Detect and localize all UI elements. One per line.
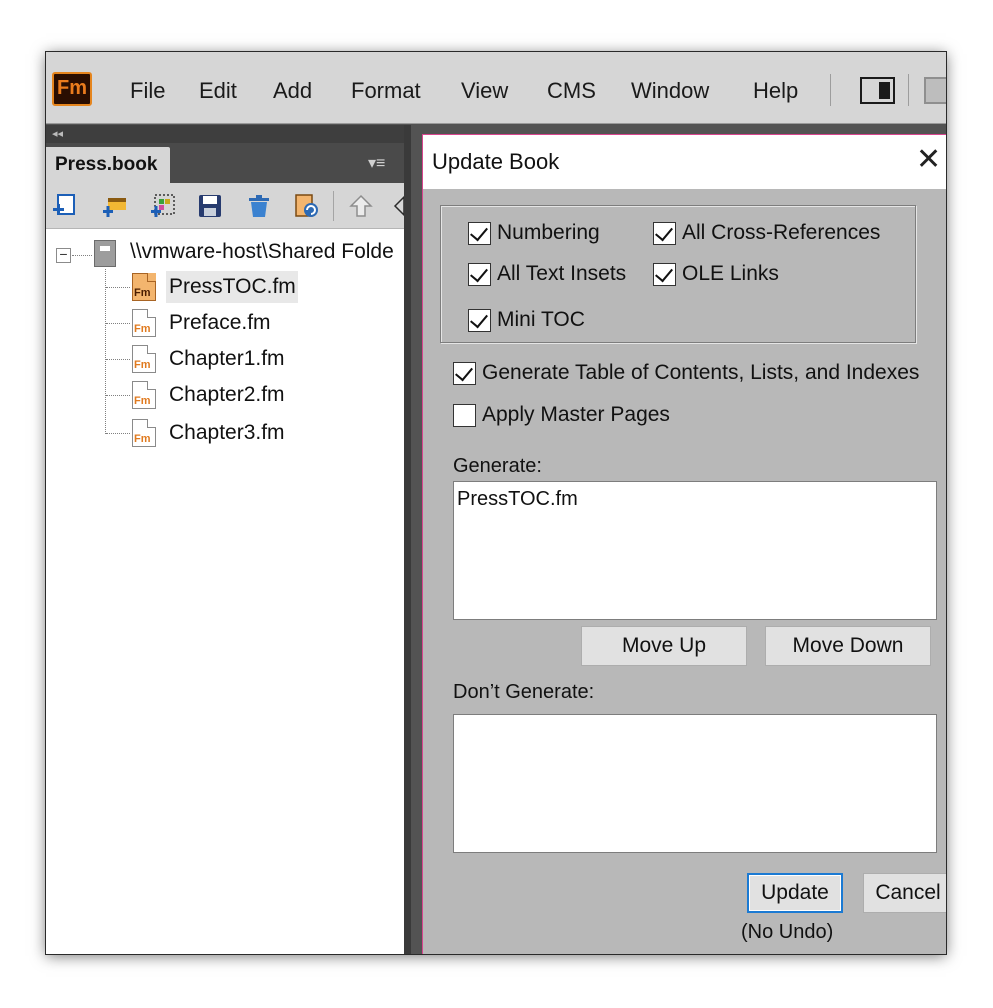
tree-connector xyxy=(72,255,92,256)
tree-item-presstoc[interactable]: PressTOC.fm xyxy=(169,275,296,299)
cross-references-checkbox[interactable]: All Cross-References xyxy=(653,221,880,245)
move-up-button[interactable]: Move Up xyxy=(581,626,747,666)
menu-separator xyxy=(830,74,831,106)
tree-connector xyxy=(106,323,130,324)
menu-separator xyxy=(908,74,909,106)
tree-root-label[interactable]: \\vmware-host\Shared Folde xyxy=(130,240,394,264)
panel-collapse-bar[interactable]: ◂◂ xyxy=(46,125,404,143)
tree-item-chapter1[interactable]: Chapter1.fm xyxy=(169,347,285,371)
app-window: Fm File Edit Add Format View CMS Window … xyxy=(45,51,947,955)
fm-file-icon: Fm xyxy=(132,345,156,373)
checkbox-box[interactable] xyxy=(453,361,476,385)
update-button[interactable]: Update xyxy=(747,873,843,913)
toolbar-overflow-icon[interactable] xyxy=(924,77,946,104)
tree-connector xyxy=(106,433,130,434)
menu-bar: Fm File Edit Add Format View CMS Window … xyxy=(46,52,946,124)
tree-connector xyxy=(106,287,130,288)
menu-view[interactable]: View xyxy=(461,78,508,104)
book-toolbar xyxy=(46,183,405,229)
checkbox-box[interactable] xyxy=(653,221,676,245)
mini-toc-checkbox[interactable]: Mini TOC xyxy=(468,308,585,332)
update-book-icon[interactable] xyxy=(294,193,320,219)
move-down-button[interactable]: Move Down xyxy=(765,626,931,666)
text-insets-checkbox[interactable]: All Text Insets xyxy=(468,262,626,286)
generate-toc-checkbox[interactable]: Generate Table of Contents, Lists, and I… xyxy=(453,361,919,385)
menu-file[interactable]: File xyxy=(130,78,165,104)
list-item[interactable]: PressTOC.fm xyxy=(457,488,578,511)
tree-item-chapter3[interactable]: Chapter3.fm xyxy=(169,421,285,445)
tree-item-chapter2[interactable]: Chapter2.fm xyxy=(169,383,285,407)
dont-generate-label: Don’t Generate: xyxy=(453,681,595,703)
checkbox-box[interactable] xyxy=(453,403,476,427)
menu-cms[interactable]: CMS xyxy=(547,78,596,104)
panel-tab-row: Press.book ▾≡ xyxy=(46,143,404,183)
dialog-title-bar: Update Book ✕ xyxy=(423,135,946,189)
workspace-layout-icon[interactable] xyxy=(860,77,895,104)
tree-expander[interactable]: − xyxy=(56,247,71,263)
checkbox-box[interactable] xyxy=(468,262,491,286)
menu-format[interactable]: Format xyxy=(351,78,421,104)
app-logo: Fm xyxy=(52,72,92,106)
menu-add[interactable]: Add xyxy=(273,78,312,104)
panel-divider[interactable] xyxy=(404,125,411,954)
menu-edit[interactable]: Edit xyxy=(199,78,237,104)
book-icon xyxy=(94,240,116,267)
ole-links-checkbox[interactable]: OLE Links xyxy=(653,262,779,286)
tree-connector xyxy=(105,269,106,434)
tree-item-preface[interactable]: Preface.fm xyxy=(169,311,271,335)
checkbox-box[interactable] xyxy=(468,308,491,332)
numbering-checkbox[interactable]: Numbering xyxy=(468,221,600,245)
fm-file-icon: Fm xyxy=(132,273,156,301)
book-tree: − \\vmware-host\Shared Folde Fm PressTOC… xyxy=(46,229,404,954)
collapse-icon[interactable]: ◂◂ xyxy=(52,128,63,140)
fm-file-icon: Fm xyxy=(132,419,156,447)
close-icon[interactable]: ✕ xyxy=(916,145,941,175)
tree-connector xyxy=(106,359,130,360)
update-book-dialog: Update Book ✕ Numbering All Cross-Refere… xyxy=(422,134,946,954)
toolbar-separator xyxy=(333,191,334,221)
add-file-icon[interactable] xyxy=(52,193,78,219)
tree-connector xyxy=(106,395,130,396)
fm-file-icon: Fm xyxy=(132,381,156,409)
tab-press-book[interactable]: Press.book xyxy=(46,147,170,183)
add-group-icon[interactable] xyxy=(150,193,176,219)
dont-generate-list[interactable] xyxy=(453,714,937,853)
menu-help[interactable]: Help xyxy=(753,78,798,104)
dialog-title: Update Book xyxy=(432,149,560,174)
generate-label: Generate: xyxy=(453,455,542,477)
no-undo-note: (No Undo) xyxy=(741,921,834,943)
menu-window[interactable]: Window xyxy=(631,78,709,104)
cancel-button[interactable]: Cancel xyxy=(863,873,946,913)
add-folder-icon[interactable] xyxy=(102,193,128,219)
delete-icon[interactable] xyxy=(246,193,272,219)
generate-list[interactable]: PressTOC.fm xyxy=(453,481,937,620)
checkbox-box[interactable] xyxy=(468,221,491,245)
panel-menu-icon[interactable]: ▾≡ xyxy=(368,153,385,173)
checkbox-box[interactable] xyxy=(653,262,676,286)
save-icon[interactable] xyxy=(197,193,223,219)
move-up-icon[interactable] xyxy=(348,193,374,219)
apply-master-pages-checkbox[interactable]: Apply Master Pages xyxy=(453,403,670,427)
fm-file-icon: Fm xyxy=(132,309,156,337)
